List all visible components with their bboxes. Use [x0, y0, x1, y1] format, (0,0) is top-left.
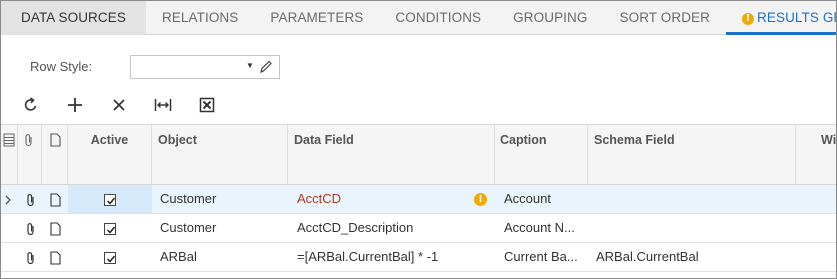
caption-cell[interactable]: Account N...	[504, 214, 588, 242]
caption-cell[interactable]: Account	[504, 185, 588, 213]
data-field-cell[interactable]: AcctCD	[297, 185, 467, 213]
attachment-icon[interactable]	[26, 214, 40, 242]
results-grid-panel: DATA SOURCES RELATIONS PARAMETERS CONDIT…	[0, 0, 837, 279]
active-checkbox[interactable]	[68, 185, 152, 213]
export-excel-button[interactable]	[185, 93, 229, 119]
caption-cell[interactable]: Current Ba...	[504, 243, 588, 271]
tab-relations[interactable]: RELATIONS	[146, 1, 254, 35]
tab-parameters[interactable]: PARAMETERS	[254, 1, 379, 35]
fit-columns-button[interactable]	[141, 93, 185, 119]
column-header-object[interactable]: Object	[152, 125, 288, 185]
column-header-active[interactable]: Active	[68, 125, 152, 185]
fit-columns-icon	[154, 97, 172, 116]
delete-icon	[112, 98, 126, 115]
row-style-label: Row Style:	[30, 59, 93, 74]
schema-field-cell[interactable]: ARBal.CurrentBal	[596, 243, 796, 271]
active-checkbox[interactable]	[68, 214, 152, 242]
checkbox-checked-icon	[104, 193, 116, 206]
data-field-cell[interactable]: AcctCD_Description	[297, 214, 487, 242]
tab-data-sources[interactable]: DATA SOURCES	[1, 1, 146, 35]
object-cell[interactable]: Customer	[160, 214, 288, 242]
attachment-icon[interactable]	[26, 185, 40, 213]
column-header-caption[interactable]: Caption	[495, 125, 588, 185]
refresh-icon	[23, 96, 39, 116]
attachment-icon[interactable]	[26, 243, 40, 271]
schema-field-cell[interactable]	[596, 214, 796, 242]
chevron-down-icon[interactable]: ▼	[246, 61, 254, 70]
note-column-icon	[42, 125, 68, 185]
checkbox-checked-icon	[104, 251, 116, 264]
tab-results-grid[interactable]: !RESULTS GRID	[726, 1, 836, 35]
object-cell[interactable]: Customer	[160, 185, 288, 213]
warning-icon: !	[474, 185, 490, 213]
column-header-width[interactable]: Wi	[796, 125, 836, 185]
table-row[interactable]: Customer AcctCD_Description Account N...	[1, 214, 836, 243]
edit-pencil-icon[interactable]	[259, 59, 273, 78]
column-header-schema-field[interactable]: Schema Field	[588, 125, 796, 185]
note-icon[interactable]	[50, 185, 64, 213]
schema-field-cell[interactable]	[596, 185, 796, 213]
tab-bar: DATA SOURCES RELATIONS PARAMETERS CONDIT…	[1, 1, 836, 35]
attachment-column-icon	[18, 125, 42, 185]
data-field-cell[interactable]: =[ARBal.CurrentBal] * -1	[297, 243, 487, 271]
note-icon[interactable]	[50, 214, 64, 242]
checkbox-checked-icon	[104, 222, 116, 235]
note-icon[interactable]	[50, 243, 64, 271]
refresh-button[interactable]	[9, 93, 53, 119]
table-row[interactable]: Customer AcctCD ! Account	[1, 185, 836, 214]
table-row[interactable]: ARBal =[ARBal.CurrentBal] * -1 Current B…	[1, 243, 836, 272]
warning-icon: !	[742, 13, 755, 25]
row-style-select[interactable]: ▼	[130, 55, 280, 79]
grid-header: Active Object Data Field Caption Schema …	[1, 124, 836, 185]
object-cell[interactable]: ARBal	[160, 243, 288, 271]
grid-toolbar	[9, 93, 229, 119]
add-icon	[67, 97, 83, 116]
tab-grouping[interactable]: GROUPING	[497, 1, 603, 35]
add-button[interactable]	[53, 93, 97, 119]
column-chooser-icon[interactable]	[1, 125, 18, 185]
export-excel-icon	[199, 97, 215, 116]
row-selector-chevron-icon	[4, 185, 18, 213]
delete-button[interactable]	[97, 93, 141, 119]
tab-conditions[interactable]: CONDITIONS	[379, 1, 497, 35]
tab-sort-order[interactable]: SORT ORDER	[603, 1, 726, 35]
active-checkbox[interactable]	[68, 243, 152, 271]
column-header-data-field[interactable]: Data Field	[288, 125, 495, 185]
